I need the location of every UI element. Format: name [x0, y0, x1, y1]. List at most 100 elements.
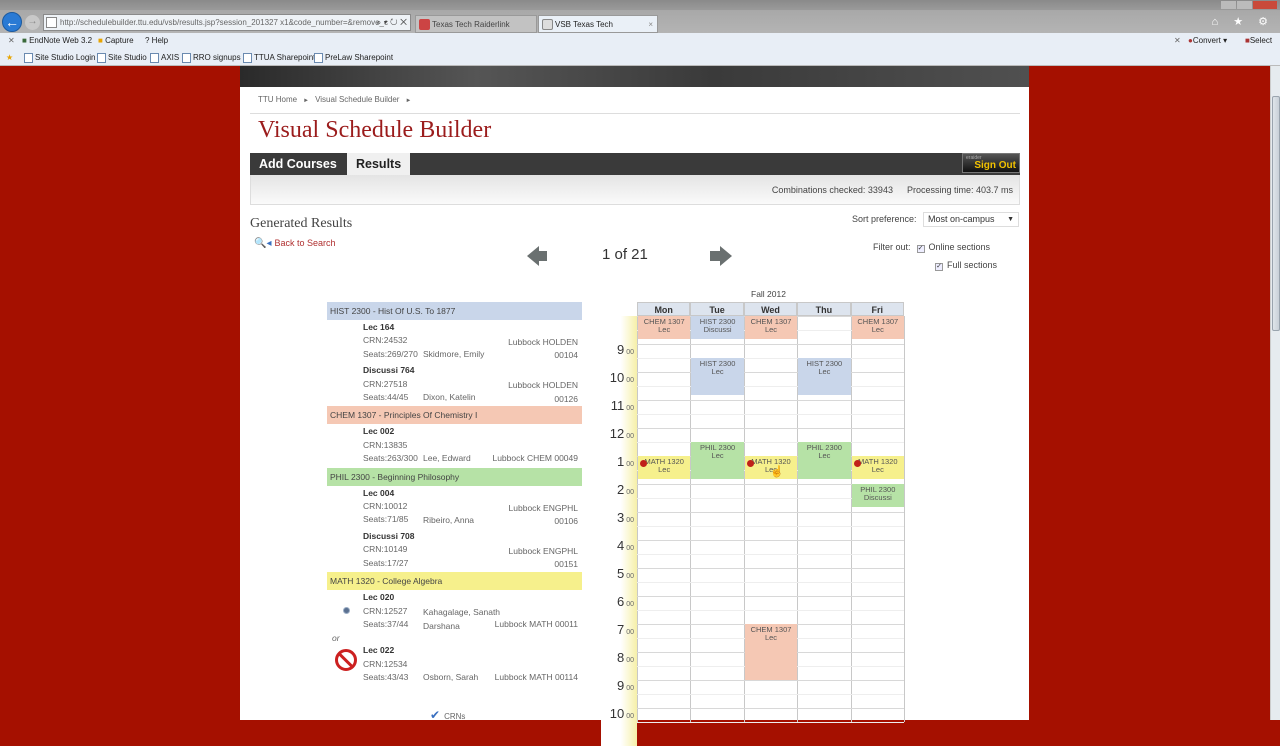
address-controls[interactable]: ⌕ ▾ ↻ ✕	[376, 15, 407, 30]
tab-add-courses[interactable]: Add Courses	[250, 153, 346, 175]
close-window-button[interactable]	[1253, 1, 1277, 9]
section-row[interactable]: Lec 164 CRN:24532 Seats:269/270 Skidmore, E…	[327, 320, 582, 363]
time-gridline	[637, 428, 904, 429]
section-crn: CRN:12534	[363, 658, 408, 669]
time-gridline	[637, 526, 904, 527]
calendar-event[interactable]: HIST 2300 Lec	[691, 358, 744, 396]
day-header: Fri	[850, 302, 904, 316]
help-button[interactable]: ? Help	[145, 33, 168, 49]
breadcrumb-vsb[interactable]: Visual Schedule Builder	[315, 95, 399, 104]
next-result-arrow-icon[interactable]	[710, 246, 732, 266]
day-header: Mon	[637, 302, 691, 316]
section-row[interactable]: Lec 004 CRN:10012 Seats:71/85 Ribeiro, Anna…	[327, 486, 582, 529]
calendar-event[interactable]: PHIL 2300 Lec	[691, 442, 744, 480]
address-bar[interactable]: http://schedulebuilder.ttu.edu/vsb/resul…	[43, 14, 411, 31]
section-row[interactable]: Discussi 708 CRN:10149 Seats:17/27 Lubbock …	[327, 529, 582, 572]
favorites-star-icon[interactable]: ★	[6, 49, 13, 66]
close-convert-toolbar-icon[interactable]: ✕	[1174, 33, 1181, 49]
selected-radio[interactable]	[343, 607, 350, 615]
day-column-line	[637, 316, 638, 722]
time-gridline	[637, 568, 904, 569]
calendar-event[interactable]: PHIL 2300 Discussi	[851, 484, 904, 508]
breadcrumb-ttu-home[interactable]: TTU Home	[258, 95, 297, 104]
browser-chrome: ← → http://schedulebuilder.ttu.edu/vsb/r…	[0, 0, 1280, 66]
breadcrumb-separator: ►	[303, 98, 310, 104]
favorite-link[interactable]: Site Studio Login	[24, 49, 96, 66]
calendar-event[interactable]: PHIL 2300 Lec	[798, 442, 851, 480]
tab-results[interactable]: Results	[347, 153, 411, 176]
hour-label: 10 00	[609, 370, 634, 385]
online-sections-label: Online sections	[928, 242, 991, 252]
vertical-scrollbar[interactable]	[1270, 66, 1280, 720]
calendar-event[interactable]: CHEM 1307 Lec	[744, 316, 798, 340]
endnote-button[interactable]: ■ EndNote Web 3.2	[22, 33, 92, 49]
browser-tab-raiderlink[interactable]: Texas Tech Raiderlink	[415, 15, 537, 33]
page-title: Visual Schedule Builder	[258, 117, 492, 143]
back-to-search-link[interactable]: 🔍◂ Back to Search	[254, 238, 336, 249]
select-button[interactable]: ■Select	[1245, 33, 1272, 49]
favorite-link[interactable]: TTUA Sharepoint	[243, 49, 315, 66]
online-sections-checkbox[interactable]: ✓	[916, 245, 925, 253]
convert-label: Convert ▾	[1192, 36, 1228, 45]
window-controls[interactable]	[1220, 0, 1280, 10]
back-button[interactable]: ←	[2, 12, 22, 32]
sign-out-button[interactable]: eraider Sign Out	[962, 153, 1020, 173]
calendar-event[interactable]: HIST 2300 Lec	[798, 358, 851, 396]
main-tabs: Add Courses Results eraider Sign Out	[250, 153, 1020, 176]
favorite-link[interactable]: RRO signups	[182, 49, 241, 66]
course-header[interactable]: MATH 1320 - College Algebra	[327, 572, 582, 591]
page-favicon	[46, 17, 57, 28]
sort-select[interactable]: Most on-campus ▼	[923, 212, 1019, 227]
section-row[interactable]: Lec 022 CRN:12534 Seats:43/43 Osborn, Sarah…	[327, 643, 582, 686]
calendar-event[interactable]: MATH 1320 Lec	[638, 456, 691, 480]
chevron-down-icon: ▼	[1007, 216, 1014, 223]
pin-icon[interactable]	[640, 460, 647, 467]
close-tab-icon[interactable]: ×	[648, 16, 653, 33]
time-gridline	[637, 708, 904, 709]
section-location: Lubbock HOLDEN 00126	[508, 380, 578, 404]
close-toolbar-icon[interactable]: ✕	[8, 33, 15, 49]
home-favorites-tools-icons[interactable]: ⌂ ★ ⚙	[1212, 15, 1274, 28]
calendar-event[interactable]: CHEM 1307 Lec	[851, 316, 904, 340]
full-sections-checkbox[interactable]: ✓	[935, 263, 943, 271]
minimize-button[interactable]	[1221, 1, 1236, 9]
maximize-button[interactable]	[1237, 1, 1252, 9]
scrollbar-thumb[interactable]	[1272, 96, 1280, 331]
hour-label: 1 00	[616, 454, 634, 469]
favorite-link[interactable]: AXIS	[150, 49, 179, 66]
calendar-event[interactable]: CHEM 1307 Lec	[744, 624, 798, 680]
browser-tab-vsb[interactable]: VSB Texas Tech ×	[538, 15, 658, 33]
calendar-event[interactable]: HIST 2300 Discussi	[691, 316, 744, 340]
calendar-event[interactable]: MATH 1320 Lec	[851, 456, 904, 480]
section-code: Lec 020	[363, 592, 395, 603]
section-location: Lubbock MATH 00114	[494, 672, 578, 683]
day-column-line	[850, 316, 852, 722]
course-header[interactable]: PHIL 2300 - Beginning Philosophy	[327, 467, 582, 486]
page-content: TTU Home ► Visual Schedule Builder ► Visual…	[240, 87, 1029, 746]
course-header[interactable]: CHEM 1307 - Principles Of Chemistry I	[327, 406, 582, 425]
time-gridline	[637, 442, 904, 443]
previous-result-arrow-icon[interactable]	[527, 246, 547, 266]
day-header: Tue	[690, 302, 744, 316]
time-gridline	[637, 596, 904, 597]
course-header[interactable]: HIST 2300 - Hist Of U.S. To 1877	[327, 302, 582, 320]
section-code: Lec 004	[363, 487, 395, 498]
filter-label: Filter out:	[873, 242, 911, 252]
time-gridline	[637, 694, 904, 695]
section-location: Lubbock ENGPHL 00106	[508, 502, 578, 527]
forward-button[interactable]: →	[25, 15, 40, 30]
section-row[interactable]: Discussi 764 CRN:27518 Seats:44/45 Dixon, K…	[327, 363, 582, 406]
hour-label: 11 00	[610, 398, 634, 413]
pin-icon[interactable]	[746, 460, 754, 467]
favorite-link[interactable]: Site Studio	[97, 49, 147, 66]
calendar-event[interactable]: CHEM 1307 Lec	[638, 316, 691, 340]
convert-button[interactable]: ●Convert ▾	[1188, 33, 1227, 49]
section-row[interactable]: Lec 002 CRN:13835 Seats:263/300 Lee, Edward…	[327, 424, 582, 467]
pin-icon[interactable]	[853, 460, 861, 467]
section-row[interactable]: Lec 020 CRN:12527 Seats:37/44 Kahagalage, S…	[327, 590, 582, 633]
favorite-link[interactable]: PreLaw Sharepoint	[314, 49, 393, 66]
event-type: Lec	[871, 465, 884, 474]
section-location: Lubbock ENGPHL 00151	[508, 545, 578, 570]
endnote-label: EndNote Web 3.2	[29, 36, 93, 45]
capture-button[interactable]: ■ Capture	[98, 33, 134, 49]
